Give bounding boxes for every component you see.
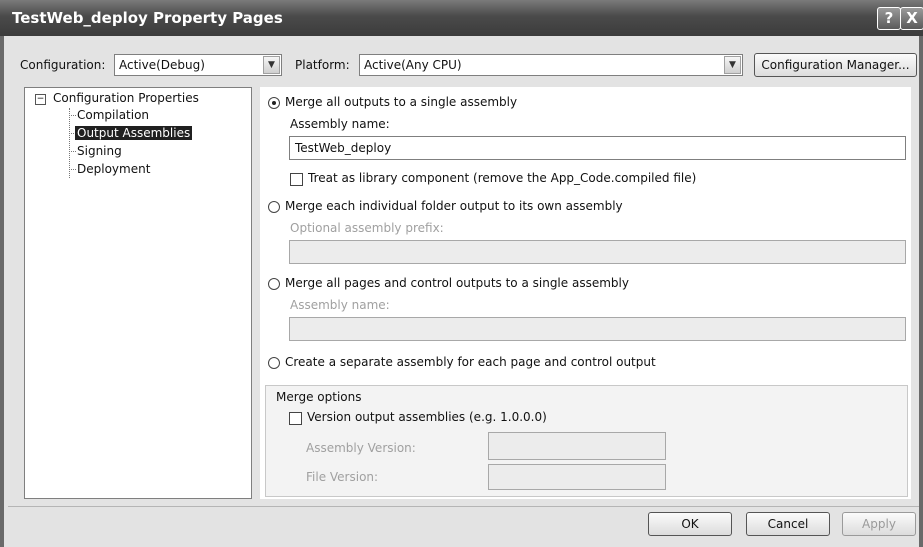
- configuration-select[interactable]: Active(Debug) ▼: [114, 54, 282, 76]
- separate-assembly-label[interactable]: Create a separate assembly for each page…: [285, 355, 656, 369]
- tree-root-configuration-properties[interactable]: Configuration Properties: [53, 91, 199, 105]
- merge-all-radio[interactable]: [268, 97, 280, 109]
- platform-label: Platform:: [295, 58, 350, 72]
- help-icon: ?: [884, 9, 894, 27]
- chevron-down-icon[interactable]: ▼: [724, 56, 741, 74]
- tree-item-output-assemblies[interactable]: Output Assemblies: [75, 126, 193, 140]
- configuration-value: Active(Debug): [119, 58, 205, 72]
- version-output-label[interactable]: Version output assemblies (e.g. 1.0.0.0): [307, 410, 547, 424]
- help-button[interactable]: ?: [877, 7, 901, 30]
- apply-button[interactable]: Apply: [842, 512, 916, 536]
- merge-all-label[interactable]: Merge all outputs to a single assembly: [285, 95, 517, 109]
- chevron-down-icon[interactable]: ▼: [263, 56, 280, 74]
- footer-separator: [8, 506, 919, 507]
- file-version-label: File Version:: [306, 470, 379, 484]
- assembly-prefix-input[interactable]: [289, 240, 906, 264]
- assembly-prefix-label: Optional assembly prefix:: [290, 221, 444, 235]
- tree-item-signing[interactable]: Signing: [77, 144, 122, 158]
- treat-as-library-label[interactable]: Treat as library component (remove the A…: [308, 171, 696, 185]
- platform-value: Active(Any CPU): [364, 58, 462, 72]
- cancel-button[interactable]: Cancel: [746, 512, 830, 536]
- window-title: TestWeb_deploy Property Pages: [12, 9, 283, 27]
- assembly-name-input[interactable]: TestWeb_deploy: [289, 136, 906, 160]
- title-bar[interactable]: TestWeb_deploy Property Pages ? X: [0, 0, 923, 36]
- tree-connector: [69, 115, 76, 116]
- merge-each-folder-label[interactable]: Merge each individual folder output to i…: [285, 199, 623, 213]
- merge-pages-controls-radio[interactable]: [268, 278, 280, 290]
- separate-assembly-radio[interactable]: [268, 357, 280, 369]
- file-version-input[interactable]: [488, 464, 666, 490]
- configuration-manager-button[interactable]: Configuration Manager...: [754, 53, 917, 77]
- dialog-body: Configuration: Active(Debug) ▼ Platform:…: [0, 36, 923, 547]
- close-icon: X: [906, 9, 918, 27]
- tree-connector: [69, 169, 76, 170]
- platform-select[interactable]: Active(Any CPU) ▼: [359, 54, 743, 76]
- collapse-icon[interactable]: −: [35, 94, 46, 105]
- ok-button[interactable]: OK: [648, 512, 732, 536]
- pages-assembly-name-input[interactable]: [289, 317, 906, 341]
- merge-pages-controls-label[interactable]: Merge all pages and control outputs to a…: [285, 276, 629, 290]
- settings-tree[interactable]: − Configuration Properties Compilation O…: [24, 87, 252, 499]
- tree-item-deployment[interactable]: Deployment: [77, 162, 150, 176]
- merge-options-group: Merge options Version output assemblies …: [265, 385, 908, 497]
- pages-assembly-name-label: Assembly name:: [290, 298, 390, 312]
- assembly-name-label: Assembly name:: [290, 117, 390, 131]
- treat-as-library-checkbox[interactable]: [290, 173, 303, 186]
- assembly-name-value: TestWeb_deploy: [295, 141, 392, 155]
- configuration-label: Configuration:: [20, 58, 106, 72]
- assembly-version-input[interactable]: [488, 432, 666, 460]
- assembly-version-label: Assembly Version:: [306, 441, 416, 455]
- merge-each-folder-radio[interactable]: [268, 201, 280, 213]
- tree-item-compilation[interactable]: Compilation: [77, 108, 149, 122]
- close-button[interactable]: X: [900, 7, 923, 30]
- tree-connector: [69, 108, 70, 178]
- merge-options-title: Merge options: [276, 390, 362, 404]
- tree-connector: [69, 151, 76, 152]
- version-output-checkbox[interactable]: [289, 412, 302, 425]
